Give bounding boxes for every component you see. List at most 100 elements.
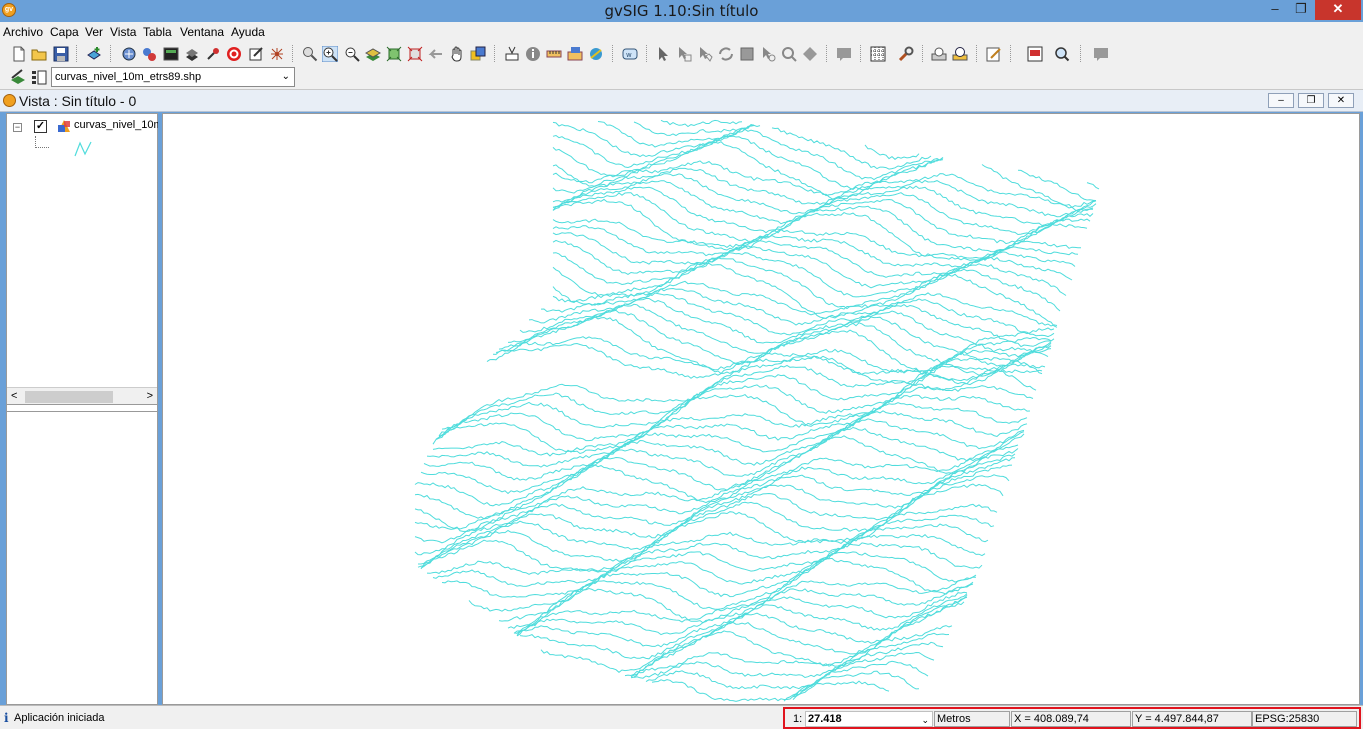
disabled-tool-icon[interactable]	[1093, 46, 1109, 62]
target-icon[interactable]	[226, 46, 242, 62]
pick-point-icon[interactable]	[205, 46, 221, 62]
tools-icon[interactable]	[141, 46, 157, 62]
layer-name[interactable]: curvas_nivel_10m	[74, 119, 158, 131]
locator-icon[interactable]	[470, 46, 486, 62]
scroll-right-icon[interactable]: >	[147, 390, 153, 402]
previous-extent-icon[interactable]	[428, 46, 444, 62]
locator-map[interactable]	[7, 411, 157, 704]
grid-icon[interactable]	[870, 46, 886, 62]
layer-properties-icon[interactable]	[184, 46, 200, 62]
invert-selection-icon[interactable]	[718, 46, 734, 62]
zoom-tool-icon[interactable]	[302, 46, 318, 62]
title-bar: gv gvSIG 1.10:Sin título – ❐ ✕	[0, 0, 1363, 22]
hyperlink-icon[interactable]	[588, 46, 604, 62]
vector-layer-icon	[58, 120, 70, 132]
map-canvas[interactable]	[162, 113, 1360, 705]
restore-button[interactable]: ❐	[1288, 0, 1314, 20]
toolbar-separator	[1010, 45, 1011, 62]
toolbar-separator	[826, 45, 827, 62]
zoom-out-icon[interactable]	[344, 46, 360, 62]
menu-capa[interactable]: Capa	[50, 25, 79, 39]
contour-lines	[414, 119, 1100, 702]
view-close-button[interactable]: ✕	[1328, 93, 1354, 108]
contour-line	[660, 119, 743, 128]
menu-vista[interactable]: Vista	[110, 25, 136, 39]
contour-line	[516, 591, 968, 648]
layer-toolbar: curvas_nivel_10m_etrs89.shp ⌄	[0, 65, 1363, 90]
info-icon[interactable]	[525, 46, 541, 62]
scale-combo[interactable]: 27.418 ⌄	[805, 711, 933, 727]
layer-visibility-checkbox[interactable]: ✓	[34, 120, 47, 133]
menu-tabla[interactable]: Tabla	[143, 25, 172, 39]
contour-line	[420, 410, 1028, 495]
tree-collapse-button[interactable]: −	[13, 123, 22, 132]
locate-icon[interactable]	[952, 46, 968, 62]
view-minimize-button[interactable]: –	[1268, 93, 1294, 108]
open-folder-icon[interactable]	[31, 46, 47, 62]
comment-icon[interactable]	[836, 46, 852, 62]
coordinates-icon[interactable]	[504, 46, 520, 62]
toolbar-separator	[646, 45, 647, 62]
contour-line	[651, 651, 935, 702]
settings-tools-icon[interactable]	[898, 46, 914, 62]
units-field: Metros	[934, 711, 1010, 727]
pan-hand-icon[interactable]	[449, 46, 465, 62]
view-frame-titlebar: Vista : Sin título - 0 – ❐ ✕	[0, 90, 1363, 112]
select-by-layer-icon[interactable]	[781, 46, 797, 62]
close-button[interactable]: ✕	[1315, 0, 1361, 20]
clear-selection-icon[interactable]	[802, 46, 818, 62]
main-toolbar: w	[0, 41, 1363, 65]
full-extent-icon[interactable]	[365, 46, 381, 62]
contour-line	[498, 542, 983, 622]
view-maximize-button[interactable]: ❐	[1298, 93, 1324, 108]
measure-distance-icon[interactable]	[546, 46, 562, 62]
add-layer-icon[interactable]	[86, 46, 102, 62]
status-bar: i Aplicación iniciada 1: 27.418 ⌄ Metros…	[0, 705, 1363, 729]
x-coordinate: X = 408.089,74	[1011, 711, 1131, 727]
chevron-down-icon: ⌄	[281, 71, 290, 82]
contour-line	[498, 336, 1046, 382]
save-icon[interactable]	[53, 46, 69, 62]
scale-prefix: 1:	[793, 713, 803, 725]
contour-line	[552, 262, 1058, 328]
new-file-icon[interactable]	[11, 46, 27, 62]
console-icon[interactable]	[163, 46, 179, 62]
zoom-select-icon[interactable]	[407, 46, 423, 62]
status-coordinates-group: 1: 27.418 ⌄ Metros X = 408.089,74 Y = 4.…	[783, 707, 1361, 729]
edit-layer-icon[interactable]	[10, 69, 26, 85]
geoprocess-icon[interactable]	[121, 46, 137, 62]
layer-selector[interactable]: curvas_nivel_10m_etrs89.shp ⌄	[51, 67, 295, 87]
layout-icon[interactable]	[1027, 46, 1043, 62]
menu-ver[interactable]: Ver	[85, 25, 103, 39]
select-polygon-icon[interactable]	[697, 46, 713, 62]
scroll-thumb[interactable]	[25, 391, 113, 403]
menu-ayuda[interactable]: Ayuda	[231, 25, 265, 39]
magnifier-icon[interactable]	[1054, 46, 1070, 62]
menu-ventana[interactable]: Ventana	[180, 25, 224, 39]
contour-line	[792, 660, 929, 700]
zoom-layer-icon[interactable]	[386, 46, 402, 62]
contour-line	[423, 402, 1028, 481]
measure-area-icon[interactable]	[567, 46, 583, 62]
contour-line	[552, 257, 1061, 312]
search-layer-icon[interactable]	[931, 46, 947, 62]
view-logo-icon	[3, 94, 16, 107]
select-by-circle-icon[interactable]	[760, 46, 776, 62]
zoom-in-icon[interactable]	[322, 46, 338, 62]
edit-pencil-icon[interactable]	[986, 46, 1002, 62]
toc-horizontal-scrollbar[interactable]: < >	[7, 387, 157, 405]
contour-line	[435, 336, 1052, 440]
minimize-button[interactable]: –	[1262, 0, 1288, 20]
svg-text:w: w	[626, 51, 632, 59]
toolbar-separator	[1080, 45, 1081, 62]
select-all-icon[interactable]	[739, 46, 755, 62]
menu-archivo[interactable]: Archivo	[3, 25, 43, 39]
network-icon[interactable]	[269, 46, 285, 62]
layer-list-icon[interactable]	[31, 69, 47, 85]
scroll-left-icon[interactable]: <	[11, 390, 17, 402]
toolbar-separator	[976, 45, 977, 62]
select-rectangle-icon[interactable]	[676, 46, 692, 62]
select-pointer-icon[interactable]	[655, 46, 671, 62]
edit-note-icon[interactable]	[248, 46, 264, 62]
wms-icon[interactable]: w	[622, 46, 638, 62]
